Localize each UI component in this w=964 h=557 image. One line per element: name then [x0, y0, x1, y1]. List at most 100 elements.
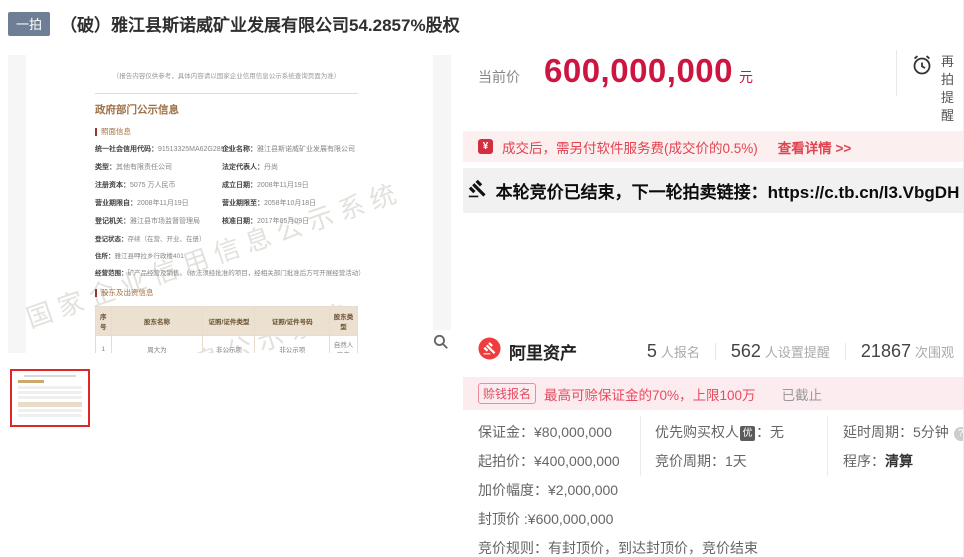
doc-subsection: 照面信息 — [95, 126, 358, 137]
detail-label: 封顶价 : — [478, 511, 528, 527]
detail-row: 竞价规则：有封顶价，到达封顶价，竞价结束 — [478, 538, 758, 557]
detail-label: 延时周期： — [843, 424, 913, 440]
doc-field-label: 法定代表人： — [222, 164, 264, 171]
round-ended-banner: 本轮竞价已结束，下一轮拍卖链接：https://c.tb.cn/l3.VbgDH — [463, 168, 963, 213]
rebid-remind-label: 再拍 提醒 — [941, 54, 955, 123]
table-cell: 自然人股东 — [329, 335, 358, 353]
detail-value: ¥2,000,000 — [548, 482, 619, 498]
detail-row: 优先购买权人优：无 — [655, 422, 784, 442]
doc-field: 核准日期：2017年05月09日 — [222, 217, 358, 227]
gavel-icon — [468, 179, 487, 203]
divider — [896, 50, 897, 96]
detail-row: 封顶价 :¥600,000,000 — [478, 509, 758, 529]
doc-field-label: 企业名称： — [222, 146, 257, 153]
detail-label: 竞价规则： — [478, 540, 548, 556]
help-icon[interactable]: ? — [953, 427, 963, 441]
doc-field: 住所：雅江县呷拉乡行政楼401 — [95, 252, 358, 261]
doc-field: 注册资本：5075 万人民币 — [95, 181, 222, 191]
doc-section-title: 政府部门公示信息 — [95, 104, 179, 116]
detail-label: 程序： — [843, 453, 885, 469]
doc-field: 成立日期：2008年11月19日 — [222, 181, 358, 191]
doc-field-label: 类型： — [95, 164, 116, 171]
page-title: （破）雅江县斯诺威矿业发展有限公司54.2857%股权 — [60, 16, 460, 35]
doc-field: 法定代表人：丹尚 — [222, 163, 358, 173]
doc-disclaimer: （报告内容仅供参考，具体内容请以国家企业信用信息公示系统查询页面为准） — [112, 73, 341, 80]
doc-field-label: 经营范围： — [95, 270, 128, 277]
detail-value: ¥80,000,000 — [534, 424, 612, 440]
section-bar-icon — [95, 288, 97, 297]
doc-fields-full: 登记状态：存续（在营、开业、在册） 住所：雅江县呷拉乡行政楼401 经营范围：矿产品… — [95, 235, 365, 278]
detail-row: 加价幅度：¥2,000,000 — [478, 480, 758, 500]
details-col-2: 优先购买权人优：无 竞价周期：1天 — [655, 422, 784, 480]
credit-signup-text: 最高可赊保证金的70%，上限100万 — [544, 387, 756, 403]
detail-value: 1天 — [725, 453, 747, 469]
detail-value: 清算 — [885, 453, 913, 469]
stat-number: 562 — [730, 340, 761, 361]
magnifier-icon[interactable] — [430, 330, 451, 353]
current-price-unit: 元 — [739, 69, 754, 85]
divider — [827, 416, 828, 476]
stat-item: 21867 次围观 — [861, 341, 954, 362]
doc-field-value: 其他有限责任公司 — [116, 164, 172, 171]
alarm-clock-icon — [910, 53, 934, 125]
divider — [714, 342, 716, 360]
doc-field-value: 2008年11月19日 — [257, 182, 309, 189]
table-cell: 非公示项 — [202, 335, 256, 353]
doc-field-value: 2008年11月19日 — [137, 200, 189, 207]
detail-label: 优先购买权人 — [655, 424, 739, 440]
priority-badge-icon: 优 — [740, 426, 755, 441]
auction-round-badge: 一拍 — [8, 12, 51, 36]
doc-field-value: 5075 万人民币 — [130, 182, 176, 189]
round-ended-text: 本轮竞价已结束，下一轮拍卖链接：https://c.tb.cn/l3.VbgDH — [495, 183, 960, 202]
doc-field: 统一社会信用代码：91513325MA62G28979 — [95, 145, 232, 155]
thumb-line — [18, 396, 82, 399]
doc-fields-grid: 统一社会信用代码：91513325MA62G28979 企业名称：雅江县斯诺威矿业… — [95, 145, 358, 227]
detail-label: 保证金： — [478, 424, 534, 440]
fee-detail-link[interactable]: 查看详情 >> — [778, 137, 852, 157]
current-price-row: 当前价 600,000,000 元 — [478, 52, 753, 90]
brand-name: 阿里资产 — [509, 343, 577, 363]
table-header-cell: 证照/证件号码 — [254, 306, 331, 336]
credit-signup-badge: 赊钱报名 — [478, 383, 537, 404]
doc-field-value: 2017年05月09日 — [257, 218, 310, 225]
thumb-line — [18, 391, 82, 394]
thumb-line — [18, 414, 82, 417]
doc-field: 登记机关：雅江县市场监督管理局 — [95, 217, 222, 227]
document-thumbnail[interactable] — [10, 369, 90, 427]
doc-field-label: 登记机关： — [95, 218, 130, 225]
credit-signup-status: 已截止 — [781, 387, 823, 403]
detail-label: 加价幅度： — [478, 482, 548, 498]
doc-field-label: 登记状态： — [95, 236, 128, 243]
rebid-remind-button[interactable]: 再拍 提醒 — [910, 53, 963, 125]
thumb-line — [18, 380, 44, 383]
table-header-cell: 序号 — [95, 306, 112, 336]
detail-label: 起拍价： — [478, 453, 534, 469]
table-header-cell: 股东类型 — [329, 306, 358, 336]
detail-value: 有封顶价，到达封顶价，竞价结束 — [548, 540, 758, 556]
auction-details: 保证金：¥80,000,000 起拍价：¥400,000,000 加价幅度：¥2,0… — [463, 412, 963, 557]
divider — [844, 342, 846, 360]
document-preview[interactable]: 国家企业信用信息公示系统 国家企业信用信息公示系统 （报告内容仅供参考，具体内容… — [8, 55, 451, 353]
fee-icon: ¥ — [478, 139, 493, 154]
stats-items: 5 人报名 562 人设置提醒 21867 次围观 — [647, 341, 954, 362]
auction-page: 一拍 （破）雅江县斯诺威矿业发展有限公司54.2857%股权 国家企业信用信息公… — [0, 0, 964, 557]
doc-field: 经营范围：矿产品经营及销售。（依法须经批准的项目，经相关部门批准后方可开展经营活… — [95, 269, 365, 278]
doc-field: 类型：其他有限责任公司 — [95, 163, 222, 173]
doc-field-label: 成立日期： — [222, 182, 257, 189]
doc-field: 登记状态：存续（在营、开业、在册） — [95, 235, 358, 244]
details-col-3: 延时周期：5分钟? 程序：清算 — [843, 422, 963, 480]
doc-field-label: 营业期限自： — [95, 200, 137, 207]
detail-value: 5分钟 — [913, 424, 949, 440]
doc-field-label: 营业期限至： — [222, 200, 264, 207]
ali-assets-logo-icon — [478, 337, 501, 365]
fee-notice-text: 成交后，需另付软件服务费(成交价的0.5%) — [502, 140, 758, 156]
stat-number: 21867 — [860, 340, 911, 361]
stat-item: 5 人报名 — [647, 341, 700, 362]
detail-row: 延时周期：5分钟? — [843, 422, 963, 442]
detail-separator: ： — [756, 424, 770, 440]
thumb-line — [18, 386, 82, 389]
table-row: 1周大为非公示项非公示项自然人股东 — [95, 335, 358, 353]
stat-label: 人设置提醒 — [764, 344, 830, 360]
stat-label: 次围观 — [914, 344, 954, 360]
detail-value: 无 — [770, 424, 784, 440]
